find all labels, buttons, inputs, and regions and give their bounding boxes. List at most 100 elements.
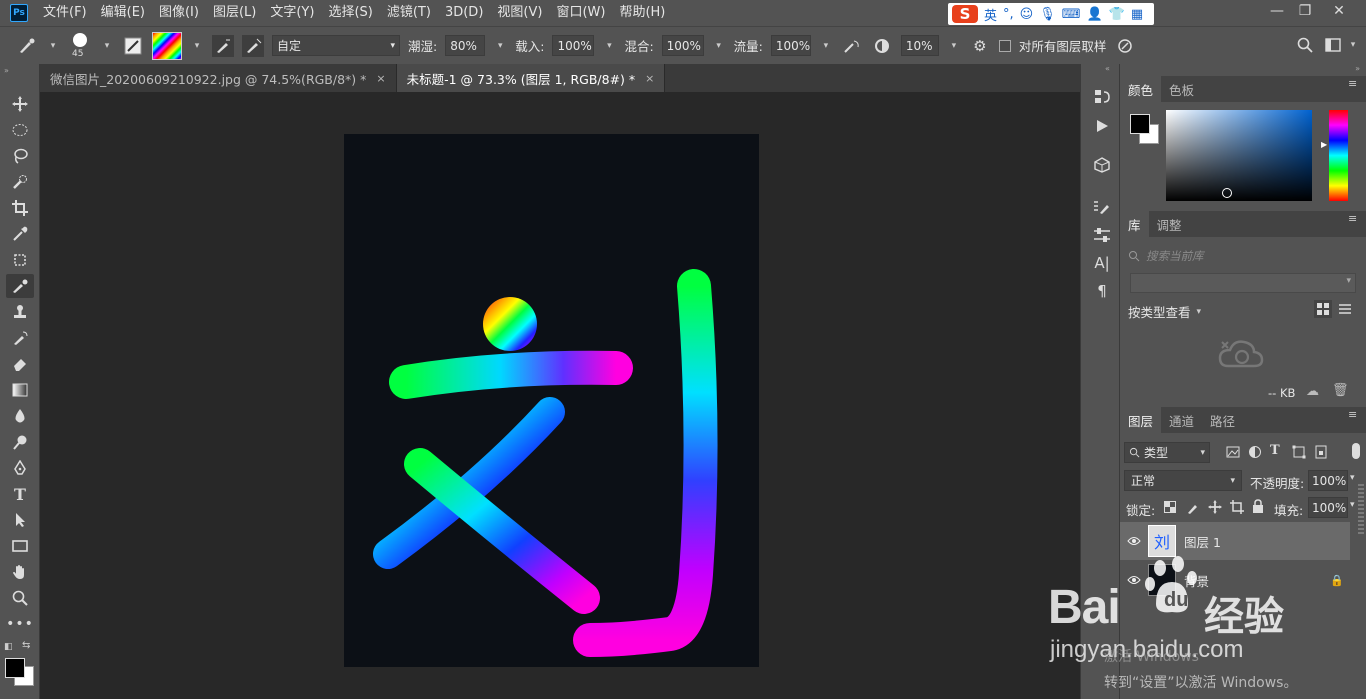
workspace-icon[interactable] bbox=[1322, 34, 1344, 56]
close-tab-icon[interactable]: × bbox=[376, 72, 385, 85]
angle-dropdown-icon[interactable]: ▾ bbox=[947, 35, 961, 56]
layer-thumbnail[interactable]: 刘 bbox=[1148, 525, 1176, 557]
library-select[interactable]: ▾ bbox=[1130, 273, 1356, 293]
menu-view[interactable]: 视图(V) bbox=[490, 0, 549, 26]
menu-file[interactable]: 文件(F) bbox=[36, 0, 94, 26]
flow-input[interactable]: 100% bbox=[770, 35, 811, 56]
minimize-icon[interactable]: — bbox=[1262, 0, 1292, 22]
mixer-brush-tool-icon[interactable] bbox=[6, 274, 34, 298]
more-tools-icon[interactable]: ••• bbox=[6, 612, 34, 636]
character-panel-icon[interactable]: A| bbox=[1091, 252, 1113, 274]
brush-size-picker[interactable]: 45 bbox=[68, 29, 92, 63]
load-dropdown-icon[interactable]: ▾ bbox=[602, 35, 616, 56]
library-search[interactable]: 搜索当前库 bbox=[1128, 246, 1358, 266]
list-view-icon[interactable] bbox=[1336, 300, 1354, 318]
collapse-strip-icon[interactable]: « bbox=[1105, 64, 1110, 73]
user-icon[interactable]: 👤 bbox=[1087, 7, 1103, 22]
menu-type[interactable]: 文字(Y) bbox=[263, 0, 321, 26]
pressure-icon[interactable] bbox=[1114, 35, 1136, 57]
stamp-tool-icon[interactable] bbox=[6, 300, 34, 324]
dodge-tool-icon[interactable] bbox=[6, 430, 34, 454]
gradient-tool-icon[interactable] bbox=[6, 378, 34, 402]
hue-slider-handle[interactable]: ▶ bbox=[1321, 140, 1327, 149]
mixer-brush-preset-icon[interactable] bbox=[16, 35, 38, 57]
filter-pixel-icon[interactable] bbox=[1226, 445, 1240, 462]
airbrush-icon[interactable] bbox=[841, 35, 863, 57]
lock-artboard-icon[interactable] bbox=[1230, 500, 1244, 517]
panel-menu-icon[interactable]: ≡ bbox=[1348, 78, 1360, 94]
menu-image[interactable]: 图像(I) bbox=[152, 0, 206, 26]
clean-brush-icon[interactable] bbox=[242, 34, 264, 57]
trash-icon[interactable]: 🗑 bbox=[1332, 383, 1349, 398]
crop-tool-icon[interactable] bbox=[6, 196, 34, 220]
tab-library[interactable]: 库 bbox=[1120, 211, 1149, 237]
collapse-icon[interactable]: » bbox=[4, 66, 9, 75]
filter-adjustment-icon[interactable] bbox=[1248, 445, 1262, 462]
grid-view-icon[interactable] bbox=[1314, 300, 1332, 318]
fill-dropdown-icon[interactable]: ▾ bbox=[1350, 500, 1355, 510]
panel-menu-icon[interactable]: ≡ bbox=[1348, 213, 1360, 229]
swatch-dropdown-icon[interactable]: ▾ bbox=[190, 35, 204, 56]
ime-mode-label[interactable]: 英 bbox=[984, 5, 997, 24]
history-icon[interactable] bbox=[1091, 86, 1113, 108]
blur-tool-icon[interactable] bbox=[6, 404, 34, 428]
color-field-picker[interactable] bbox=[1166, 110, 1312, 201]
mix-input[interactable]: 100% bbox=[661, 35, 704, 56]
color-picker-cursor[interactable] bbox=[1222, 188, 1232, 198]
document-canvas[interactable] bbox=[344, 134, 759, 667]
marquee-tool-icon[interactable] bbox=[6, 118, 34, 142]
zoom-tool-icon[interactable] bbox=[6, 586, 34, 610]
type-tool-icon[interactable]: T bbox=[6, 482, 34, 506]
foreground-color-swatch[interactable] bbox=[5, 658, 25, 678]
color-fg-swatch[interactable] bbox=[1130, 114, 1150, 134]
filter-smart-object-icon[interactable] bbox=[1314, 445, 1328, 462]
microphone-icon[interactable]: 🎙 bbox=[1039, 7, 1056, 22]
lock-position-icon[interactable] bbox=[1208, 500, 1222, 517]
adjust-sliders-icon[interactable] bbox=[1091, 224, 1113, 246]
mix-dropdown-icon[interactable]: ▾ bbox=[712, 35, 726, 56]
brush-load-swatch[interactable] bbox=[152, 31, 182, 60]
gear-icon[interactable]: ⚙ bbox=[969, 35, 991, 57]
panel-scrollbar[interactable] bbox=[1358, 484, 1364, 534]
opacity-input[interactable]: 100% bbox=[1308, 470, 1348, 491]
angle-input[interactable]: 10% bbox=[900, 35, 939, 56]
search-icon[interactable] bbox=[1294, 34, 1316, 56]
cloud-sync-icon[interactable]: ☁ bbox=[1306, 384, 1319, 399]
menu-edit[interactable]: 编辑(E) bbox=[94, 0, 152, 26]
angle-icon[interactable] bbox=[871, 35, 893, 57]
layer-filter-select[interactable]: 类型 ▾ bbox=[1124, 442, 1210, 463]
tab-paths[interactable]: 路径 bbox=[1202, 407, 1243, 433]
opacity-dropdown-icon[interactable]: ▾ bbox=[1350, 473, 1355, 483]
mixer-preset-select[interactable]: 自定 ▾ bbox=[272, 35, 400, 56]
wet-dropdown-icon[interactable]: ▾ bbox=[493, 35, 507, 56]
actions-play-icon[interactable] bbox=[1091, 115, 1113, 137]
collapse-panels-icon[interactable]: » bbox=[1355, 64, 1360, 73]
history-brush-tool-icon[interactable] bbox=[6, 326, 34, 350]
menu-help[interactable]: 帮助(H) bbox=[612, 0, 672, 26]
filter-shape-icon[interactable] bbox=[1292, 445, 1306, 462]
tab-color[interactable]: 颜色 bbox=[1120, 76, 1162, 102]
filter-type-icon[interactable]: T bbox=[1270, 443, 1280, 458]
brush-settings-icon[interactable] bbox=[122, 35, 144, 57]
rectangle-tool-icon[interactable] bbox=[6, 534, 34, 558]
grid-menu-icon[interactable]: ▦ bbox=[1131, 7, 1143, 22]
tab-channels[interactable]: 通道 bbox=[1161, 407, 1202, 433]
eraser-tool-icon[interactable] bbox=[6, 352, 34, 376]
paragraph-panel-icon[interactable]: ¶ bbox=[1091, 280, 1113, 302]
eye-icon[interactable] bbox=[1120, 536, 1148, 546]
lock-pixels-icon[interactable] bbox=[1186, 500, 1200, 517]
menu-layer[interactable]: 图层(L) bbox=[206, 0, 263, 26]
brush-settings-panel-icon[interactable] bbox=[1091, 196, 1113, 218]
quick-select-tool-icon[interactable] bbox=[6, 170, 34, 194]
library-view-by[interactable]: 按类型查看 ▾ bbox=[1128, 302, 1201, 321]
swap-colors-icon[interactable]: ⇆ bbox=[22, 640, 30, 651]
hue-slider[interactable] bbox=[1329, 110, 1348, 201]
pen-tool-icon[interactable] bbox=[6, 456, 34, 480]
panel-menu-icon[interactable]: ≡ bbox=[1348, 409, 1360, 425]
menu-window[interactable]: 窗口(W) bbox=[549, 0, 612, 26]
menu-3d[interactable]: 3D(D) bbox=[438, 0, 490, 26]
load-input[interactable]: 100% bbox=[552, 35, 595, 56]
punctuation-icon[interactable]: °, bbox=[1003, 7, 1014, 22]
sogou-logo-icon[interactable]: S bbox=[952, 5, 978, 23]
tab-wechat-image[interactable]: 微信图片_20200609210922.jpg @ 74.5%(RGB/8*) … bbox=[40, 64, 397, 92]
